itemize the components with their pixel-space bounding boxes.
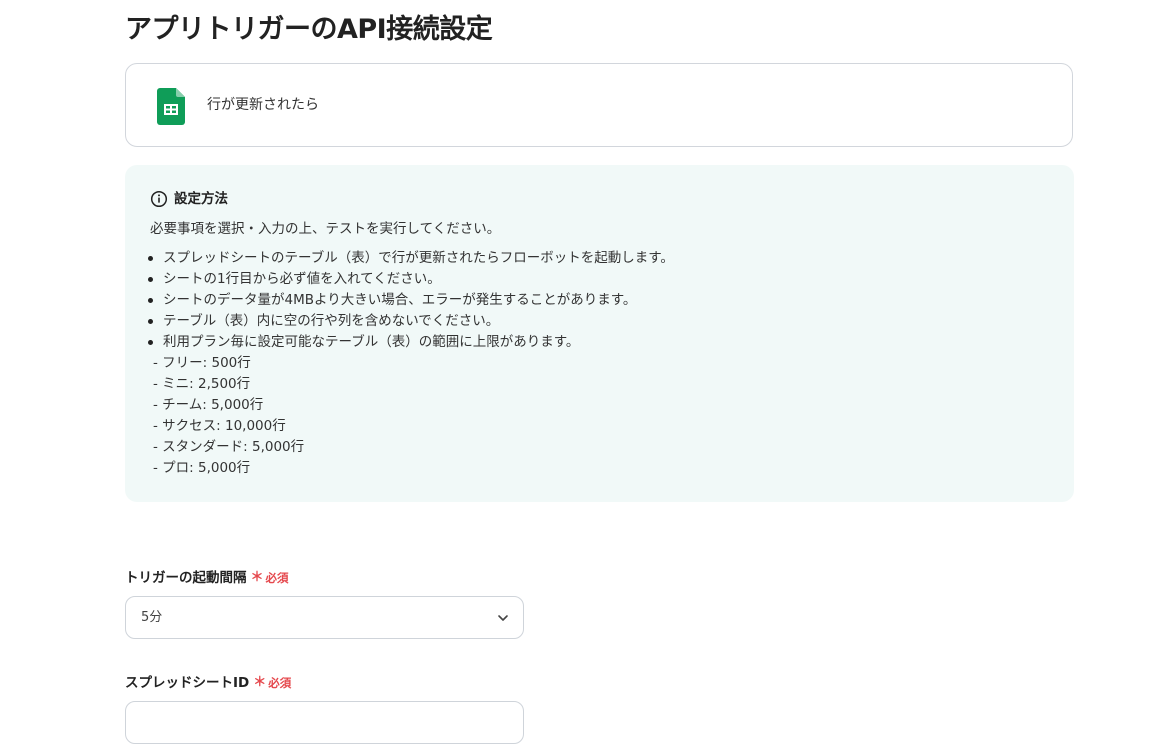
info-box: 設定方法 必要事項を選択・入力の上、テストを実行してください。 スプレッドシート… [125,165,1074,502]
spreadsheet-id-input[interactable] [125,701,524,744]
interval-select[interactable]: 5分 [125,596,524,639]
required-badge: 必須 [265,571,289,585]
list-item: テーブル（表）内に空の行や列を含めないでください。 [148,311,674,332]
list-item: - ミニ: 2,500行 [153,376,251,392]
list-item: - スタンダード: 5,000行 [153,439,305,455]
page-title: アプリトリガーのAPI接続設定 [125,14,493,45]
list-item: シートの1行目から必ず値を入れてください。 [148,269,674,290]
chevron-down-icon [498,615,508,621]
info-bullet-list: スプレッドシートのテーブル（表）で行が更新されたらフローボットを起動します。 シ… [148,248,674,353]
interval-select-value: 5分 [141,610,163,625]
interval-field-label: トリガーの起動間隔 ＊ 必須 [125,568,289,588]
list-item: シートのデータ量が4MBより大きい場合、エラーが発生することがあります。 [148,290,674,311]
required-asterisk: ＊ [250,570,264,585]
info-description: 必要事項を選択・入力の上、テストを実行してください。 [150,221,501,237]
info-header: 設定方法 [150,189,228,209]
required-asterisk: ＊ [253,675,267,690]
page: アプリトリガーのAPI接続設定 行が更新されたら 設定方法 必要事項を選択・入力… [0,0,1167,748]
list-item: - プロ: 5,000行 [153,460,251,476]
required-badge: 必須 [268,676,292,690]
trigger-card[interactable]: 行が更新されたら [125,63,1073,147]
info-circle-icon [150,190,168,208]
list-item: スプレッドシートのテーブル（表）で行が更新されたらフローボットを起動します。 [148,248,674,269]
trigger-label: 行が更新されたら [207,97,319,113]
list-item: - サクセス: 10,000行 [153,418,286,434]
spreadsheet-id-label-text: スプレッドシートID [125,675,250,691]
interval-label-text: トリガーの起動間隔 [125,570,247,586]
info-title: 設定方法 [174,191,228,207]
list-item: - チーム: 5,000行 [153,397,264,413]
google-sheets-icon [157,88,185,125]
spreadsheet-id-field-label: スプレッドシートID ＊ 必須 [125,673,291,693]
list-item: 利用プラン毎に設定可能なテーブル（表）の範囲に上限があります。 [148,332,674,353]
plan-limit-list: - フリー: 500行 - ミニ: 2,500行 - チーム: 5,000行 -… [153,353,304,479]
list-item: - フリー: 500行 [153,355,251,371]
